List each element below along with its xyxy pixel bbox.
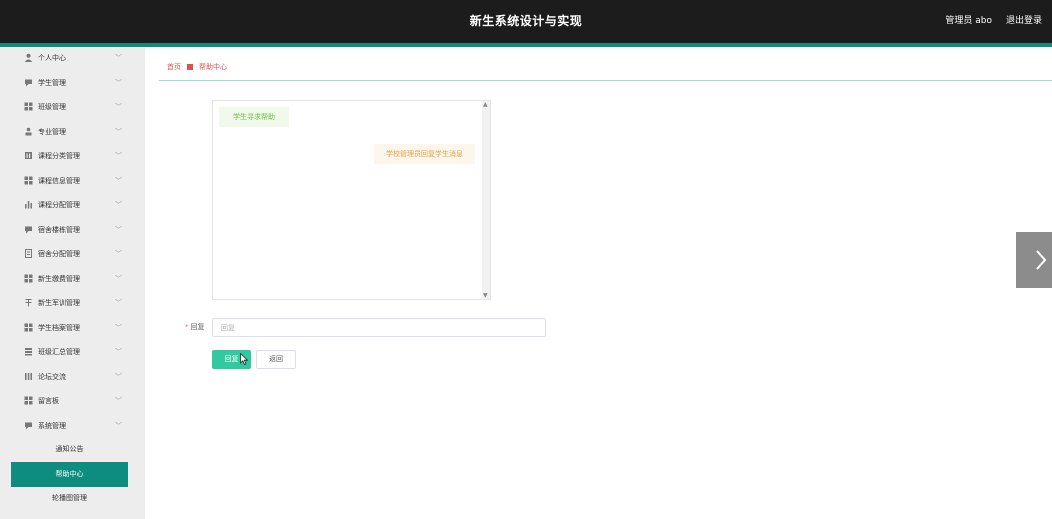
sidebar-item-label: 留言板 — [38, 397, 59, 405]
chevron-down-icon: ﹀ — [115, 201, 122, 209]
breadcrumb-home[interactable]: 首页 — [167, 63, 181, 71]
sidebar-item-label: 宿舍楼栋管理 — [38, 226, 80, 234]
person-icon — [24, 127, 33, 136]
chat-history[interactable]: 学生寻求帮助 学校管理员回复学生消息 ▲ ▼ — [212, 100, 491, 300]
sidebar-subitem-help-center[interactable]: 帮助中心 — [11, 462, 128, 487]
breadcrumb-separator-icon — [187, 64, 193, 70]
sidebar-item-system-management[interactable]: 系统管理 ﹀ — [0, 415, 145, 437]
sidebar-item-forum[interactable]: 论坛交流 ﹀ — [0, 366, 145, 388]
flag-icon — [24, 298, 33, 307]
required-mark: * — [185, 323, 189, 331]
chevron-down-icon: ﹀ — [115, 177, 122, 185]
chevron-up-icon: ﹀ — [115, 422, 122, 430]
app-title: 新生系统设计与实现 — [469, 14, 583, 28]
bar-icon — [24, 151, 33, 160]
sidebar-item-student-management[interactable]: 学生管理 ﹀ — [0, 72, 145, 94]
chevron-down-icon: ﹀ — [115, 275, 122, 283]
grid-icon — [24, 274, 33, 283]
chevron-down-icon: ﹀ — [115, 348, 122, 356]
sidebar-item-personal-center[interactable]: 个人中心 ﹀ — [0, 47, 145, 69]
scroll-down-icon[interactable]: ▼ — [483, 292, 488, 299]
chevron-down-icon: ﹀ — [115, 299, 122, 307]
chevron-down-icon: ﹀ — [115, 250, 122, 258]
sidebar-item-label: 学生管理 — [38, 79, 66, 87]
sidebar-item-label: 个人中心 — [38, 54, 66, 62]
sidebar-item-label: 课程信息管理 — [38, 177, 80, 185]
user-message: 学生寻求帮助 — [219, 107, 289, 127]
chevron-down-icon: ﹀ — [115, 324, 122, 332]
sidebar-item-fee-management[interactable]: 新生缴费管理 ﹀ — [0, 268, 145, 290]
chevron-down-icon: ﹀ — [115, 103, 122, 111]
chat-scrollbar[interactable]: ▲ ▼ — [482, 101, 490, 299]
scroll-up-icon[interactable]: ▲ — [483, 101, 488, 108]
sidebar-item-label: 班级汇总管理 — [38, 348, 80, 356]
reply-label: * 回复 — [185, 322, 205, 332]
chart-icon — [24, 200, 33, 209]
sidebar-item-course-assignment[interactable]: 课程分配管理 ﹀ — [0, 194, 145, 216]
grid-icon — [24, 396, 33, 405]
sidebar-item-dorm-building[interactable]: 宿舍楼栋管理 ﹀ — [0, 219, 145, 241]
sidebar-subitem-notices[interactable]: 通知公告 — [11, 437, 128, 462]
sidebar-item-major-management[interactable]: 专业管理 ﹀ — [0, 121, 145, 143]
doc-icon — [24, 249, 33, 258]
list-icon — [24, 372, 33, 381]
chevron-down-icon: ﹀ — [115, 128, 122, 136]
sidebar-item-student-archive[interactable]: 学生档案管理 ﹀ — [0, 317, 145, 339]
chat-icon — [24, 78, 33, 87]
sidebar: 个人中心 ﹀ 学生管理 ﹀ 班级管理 ﹀ 专业管理 ﹀ 课程分类管理 ﹀ 课程信… — [0, 47, 145, 519]
sidebar-item-label: 系统管理 — [38, 422, 66, 430]
breadcrumb-current: 帮助中心 — [199, 63, 227, 71]
user-icon — [24, 53, 33, 62]
sidebar-item-label: 班级管理 — [38, 103, 66, 111]
sidebar-item-label: 课程分配管理 — [38, 201, 80, 209]
breadcrumb-divider — [159, 80, 1052, 81]
sidebar-item-label: 专业管理 — [38, 128, 66, 136]
sidebar-item-label: 新生缴费管理 — [38, 275, 80, 283]
main-content: 首页 帮助中心 学生寻求帮助 学校管理员回复学生消息 ▲ ▼ *回复 回复 返回 — [145, 47, 1052, 519]
chevron-down-icon: ﹀ — [115, 373, 122, 381]
sidebar-item-class-management[interactable]: 班级管理 ﹀ — [0, 96, 145, 118]
sidebar-item-message-board[interactable]: 留言板 ﹀ — [0, 390, 145, 412]
chat-icon — [24, 225, 33, 234]
chevron-right-icon — [1036, 250, 1047, 270]
sidebar-item-label: 论坛交流 — [38, 373, 66, 381]
sidebar-subitem-carousel[interactable]: 轮播图管理 — [11, 486, 128, 511]
chevron-down-icon: ﹀ — [115, 54, 122, 62]
chevron-down-icon: ﹀ — [115, 79, 122, 87]
sidebar-item-dorm-assignment[interactable]: 宿舍分配管理 ﹀ — [0, 243, 145, 265]
sidebar-item-class-summary[interactable]: 班级汇总管理 ﹀ — [0, 341, 145, 363]
next-page-button[interactable] — [1016, 232, 1052, 288]
stack-icon — [24, 347, 33, 356]
grid-icon — [24, 323, 33, 332]
reply-input[interactable] — [212, 318, 546, 337]
admin-message: 学校管理员回复学生消息 — [374, 144, 475, 164]
sidebar-item-label: 宿舍分配管理 — [38, 250, 80, 258]
chevron-down-icon: ﹀ — [115, 397, 122, 405]
sidebar-item-label: 学生档案管理 — [38, 324, 80, 332]
sidebar-item-label: 新生军训管理 — [38, 299, 80, 307]
reply-label-text: 回复 — [190, 323, 205, 331]
mouse-cursor-icon — [240, 353, 248, 365]
grid-icon — [24, 102, 33, 111]
logout-link[interactable]: 退出登录 — [1006, 0, 1042, 43]
sidebar-item-label: 课程分类管理 — [38, 152, 80, 160]
sidebar-item-military-training[interactable]: 新生军训管理 ﹀ — [0, 292, 145, 314]
grid-icon — [24, 176, 33, 185]
chevron-down-icon: ﹀ — [115, 226, 122, 234]
chat-icon — [24, 421, 33, 430]
current-user: 管理员 abo — [945, 16, 992, 26]
sidebar-item-course-info[interactable]: 课程信息管理 ﹀ — [0, 170, 145, 192]
chevron-down-icon: ﹀ — [115, 152, 122, 160]
back-button[interactable]: 返回 — [256, 350, 296, 369]
breadcrumb: 首页 帮助中心 — [167, 62, 227, 72]
top-bar: 新生系统设计与实现 管理员 abo 退出登录 — [0, 0, 1052, 43]
sidebar-item-course-category[interactable]: 课程分类管理 ﹀ — [0, 145, 145, 167]
